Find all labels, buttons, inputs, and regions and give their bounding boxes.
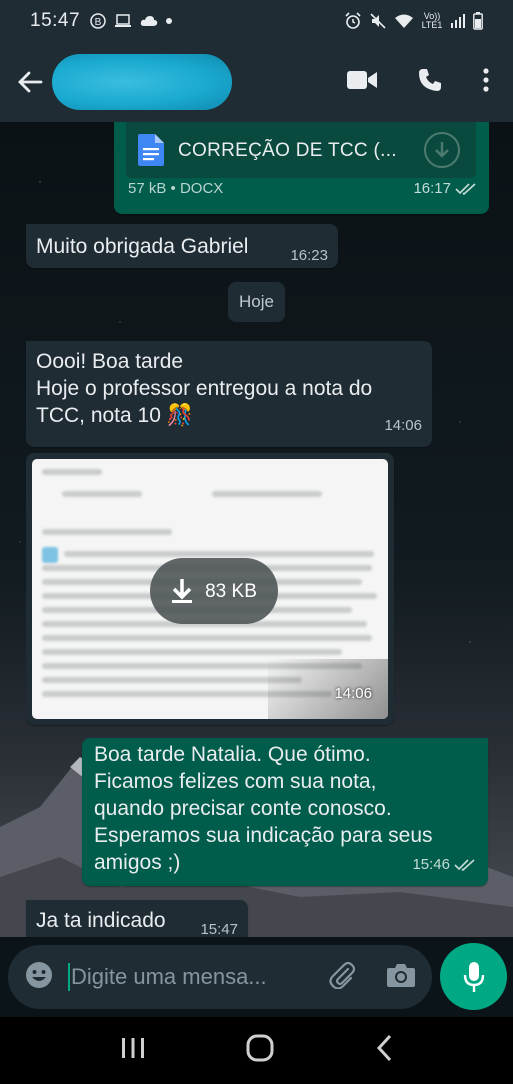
message-time: 15:46: [412, 856, 450, 873]
double-check-icon: [455, 182, 476, 195]
message-time: 14:06: [334, 685, 372, 702]
document-file-name: CORREÇÃO DE TCC (...: [178, 139, 397, 161]
home-button[interactable]: [246, 1034, 274, 1067]
signal-icon: [450, 13, 466, 29]
blurred-image-preview[interactable]: 83 KB 14:06: [32, 459, 388, 719]
network-label: Vo)) LTE1: [421, 11, 443, 30]
redacted-contact-info[interactable]: [52, 54, 232, 110]
battery-icon: [473, 12, 483, 30]
arrow-left-icon: [18, 71, 43, 93]
text-caret: [68, 963, 70, 991]
message-text: Ja ta indicado: [36, 909, 166, 932]
download-arrow-icon: [172, 579, 193, 603]
message-line: TCC, nota 10: [36, 404, 161, 427]
message-time: 16:17: [413, 180, 451, 197]
svg-text:B: B: [95, 17, 102, 28]
outgoing-message[interactable]: Boa tarde Natalia. Que ótimo. Ficamos fe…: [82, 738, 488, 886]
system-nav-bar: [0, 1017, 513, 1084]
camera-icon[interactable]: [386, 962, 416, 993]
message-input[interactable]: Digite uma mensa...: [8, 945, 432, 1009]
message-input-placeholder: Digite uma mensa...: [71, 964, 267, 989]
message-line: Esperamos sua indicação para seus: [94, 824, 433, 847]
message-line: quando precisar conte conosco.: [94, 797, 392, 820]
status-bar: 15:47 B Vo)) LTE1: [0, 0, 513, 42]
image-message[interactable]: 83 KB 14:06: [26, 453, 394, 725]
download-arrow-icon: [435, 142, 449, 158]
double-check-icon: [454, 858, 475, 871]
b-badge-icon: B: [90, 13, 106, 29]
recent-apps-button[interactable]: [120, 1036, 146, 1065]
incoming-message[interactable]: Oooi! Boa tarde Hoje o professor entrego…: [26, 341, 432, 447]
back-nav-button[interactable]: [375, 1034, 393, 1067]
cloud-icon: [140, 15, 158, 27]
document-download-button[interactable]: [424, 132, 460, 168]
microphone-icon: [463, 961, 484, 992]
composer-bar: Digite uma mensa...: [0, 937, 513, 1017]
message-time: 14:06: [384, 417, 422, 434]
video-call-icon[interactable]: [347, 70, 377, 95]
download-size: 83 KB: [205, 580, 257, 602]
emoji-icon[interactable]: [24, 960, 54, 995]
notification-dot-icon: [166, 18, 173, 24]
message-line: Boa tarde Natalia. Que ótimo.: [94, 743, 371, 766]
attach-icon[interactable]: [328, 961, 356, 994]
date-separator: Hoje: [228, 282, 285, 322]
message-time: 15:47: [200, 921, 238, 937]
document-attachment[interactable]: CORREÇÃO DE TCC (...: [126, 122, 476, 178]
status-time: 15:47: [30, 10, 81, 31]
message-text: Muito obrigada Gabriel: [36, 235, 249, 258]
message-line: Hoje o professor entregou a nota do: [36, 377, 373, 400]
document-file-icon: [138, 134, 164, 166]
message-line: Ficamos felizes com sua nota,: [94, 770, 377, 793]
back-button[interactable]: [14, 66, 46, 98]
laptop-icon: [114, 14, 132, 28]
incoming-message[interactable]: Ja ta indicado 15:47: [26, 900, 248, 937]
voice-message-button[interactable]: [440, 943, 507, 1010]
mute-icon: [369, 12, 387, 30]
message-line: amigos ;): [94, 851, 181, 874]
voice-call-icon[interactable]: [417, 67, 443, 98]
document-file-info: 57 kB • DOCX: [128, 180, 224, 197]
confetti-emoji: 🎊: [166, 404, 193, 427]
chat-area[interactable]: CORREÇÃO DE TCC (... 57 kB • DOCX 16:17 …: [0, 122, 513, 937]
wifi-icon: [394, 13, 414, 29]
chat-header: [0, 42, 513, 122]
incoming-message[interactable]: Muito obrigada Gabriel 16:23: [26, 224, 338, 268]
message-line: Oooi! Boa tarde: [36, 350, 184, 373]
image-download-button[interactable]: 83 KB: [150, 558, 278, 624]
more-options-icon[interactable]: [483, 67, 489, 98]
message-time: 16:23: [290, 247, 328, 264]
alarm-icon: [344, 12, 362, 30]
document-message[interactable]: CORREÇÃO DE TCC (... 57 kB • DOCX 16:17: [114, 122, 489, 214]
